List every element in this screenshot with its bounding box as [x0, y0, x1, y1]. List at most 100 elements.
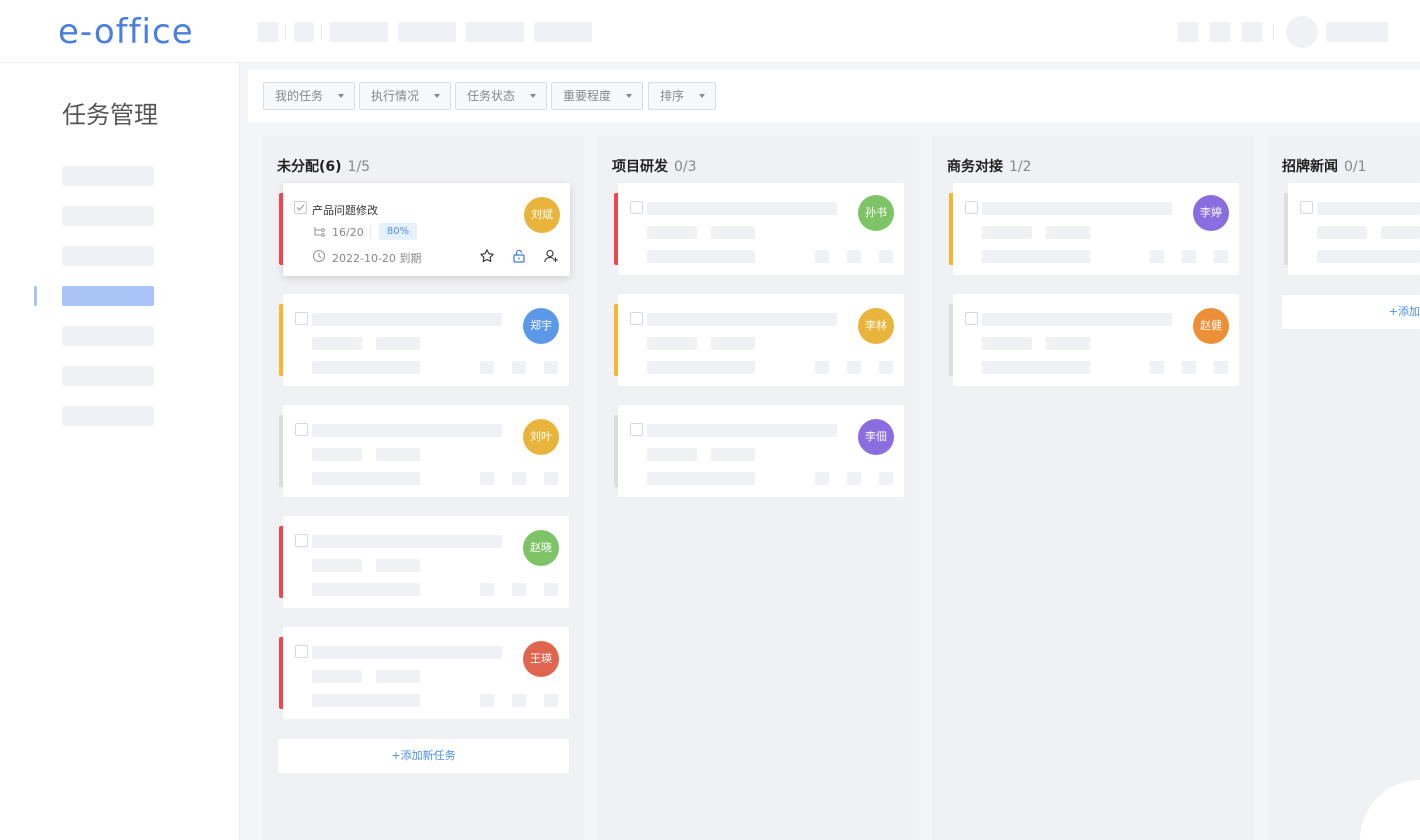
- assignee-avatar[interactable]: 赵健: [1193, 308, 1229, 344]
- sidebar-item[interactable]: [62, 246, 154, 266]
- nav-item-placeholder[interactable]: [330, 22, 388, 42]
- task-title[interactable]: 产品问题修改: [312, 202, 378, 218]
- toolbar-icon-placeholder[interactable]: [258, 22, 278, 42]
- unlock-icon[interactable]: [511, 248, 527, 264]
- task-checkbox[interactable]: [965, 312, 978, 325]
- assign-user-icon[interactable]: [543, 248, 559, 264]
- action-placeholder[interactable]: [847, 361, 861, 374]
- user-avatar[interactable]: [1286, 16, 1318, 48]
- action-placeholder[interactable]: [847, 250, 861, 263]
- action-placeholder[interactable]: [544, 361, 558, 374]
- add-task-button[interactable]: +添加: [1282, 295, 1420, 329]
- task-card[interactable]: [1284, 183, 1420, 275]
- action-placeholder[interactable]: [1182, 250, 1196, 263]
- task-checkbox[interactable]: [295, 534, 308, 547]
- nav-item-placeholder[interactable]: [398, 22, 456, 42]
- column-header: 商务对接 1/2: [947, 156, 1032, 176]
- action-placeholder[interactable]: [879, 361, 893, 374]
- action-placeholder[interactable]: [544, 694, 558, 707]
- task-checkbox[interactable]: [630, 423, 643, 436]
- action-placeholder[interactable]: [480, 472, 494, 485]
- assignee-avatar[interactable]: 赵晓: [523, 530, 559, 566]
- sidebar-item[interactable]: [62, 326, 154, 346]
- filter-status[interactable]: 任务状态: [455, 82, 547, 110]
- star-icon[interactable]: [479, 248, 495, 264]
- action-placeholder[interactable]: [480, 694, 494, 707]
- task-card[interactable]: 刘叶: [279, 405, 569, 497]
- task-card[interactable]: 赵健: [949, 294, 1239, 386]
- sidebar-item[interactable]: [62, 206, 154, 226]
- task-card[interactable]: 郑宇: [279, 294, 569, 386]
- action-placeholder[interactable]: [480, 583, 494, 596]
- task-checkbox[interactable]: [630, 201, 643, 214]
- checkbox-checked-icon[interactable]: [294, 201, 307, 214]
- action-placeholder[interactable]: [815, 472, 829, 485]
- action-placeholder[interactable]: [512, 361, 526, 374]
- assignee-avatar[interactable]: 王瑛: [523, 641, 559, 677]
- sidebar-item[interactable]: [62, 366, 154, 386]
- title-placeholder: [312, 313, 502, 326]
- action-placeholder[interactable]: [815, 250, 829, 263]
- task-card[interactable]: 李婷: [949, 183, 1239, 275]
- filter-sort[interactable]: 排序: [648, 82, 716, 110]
- task-checkbox[interactable]: [295, 645, 308, 658]
- action-placeholder[interactable]: [544, 472, 558, 485]
- action-placeholder[interactable]: [815, 361, 829, 374]
- column-count: 1/5: [347, 159, 371, 175]
- action-placeholder[interactable]: [512, 694, 526, 707]
- title-placeholder: [1317, 202, 1420, 215]
- task-card[interactable]: 李佃: [614, 405, 904, 497]
- task-card[interactable]: 王瑛: [279, 627, 569, 719]
- assignee-avatar[interactable]: 郑宇: [523, 308, 559, 344]
- task-card[interactable]: 赵晓: [279, 516, 569, 608]
- filter-my-tasks[interactable]: 我的任务: [263, 82, 355, 110]
- user-name-placeholder[interactable]: [1326, 22, 1388, 42]
- priority-stripe: [614, 304, 618, 376]
- header-icon-placeholder[interactable]: [1210, 22, 1230, 42]
- filter-execution[interactable]: 执行情况: [359, 82, 451, 110]
- task-checkbox[interactable]: [1300, 201, 1313, 214]
- assignee-avatar[interactable]: 李佃: [858, 419, 894, 455]
- nav-item-placeholder[interactable]: [466, 22, 524, 42]
- add-task-button[interactable]: +添加新任务: [278, 739, 569, 773]
- app-logo[interactable]: e-office: [58, 12, 194, 52]
- action-placeholder[interactable]: [879, 472, 893, 485]
- sidebar-item[interactable]: [62, 166, 154, 186]
- assignee-avatar[interactable]: 刘叶: [523, 419, 559, 455]
- nav-item-placeholder[interactable]: [534, 22, 592, 42]
- assignee-avatar[interactable]: 刘斌: [524, 197, 560, 233]
- filter-importance[interactable]: 重要程度: [551, 82, 643, 110]
- priority-stripe: [614, 193, 618, 265]
- action-placeholder[interactable]: [512, 583, 526, 596]
- task-card[interactable]: 孙书: [614, 183, 904, 275]
- action-placeholder[interactable]: [1214, 361, 1228, 374]
- assignee-avatar[interactable]: 李林: [858, 308, 894, 344]
- title-placeholder: [982, 313, 1172, 326]
- action-placeholder[interactable]: [480, 361, 494, 374]
- action-placeholder[interactable]: [879, 250, 893, 263]
- action-placeholder[interactable]: [512, 472, 526, 485]
- task-checkbox[interactable]: [295, 423, 308, 436]
- action-placeholder[interactable]: [847, 472, 861, 485]
- toolbar-icon-placeholder[interactable]: [294, 22, 314, 42]
- sidebar-item[interactable]: [62, 406, 154, 426]
- assignee-avatar[interactable]: 李婷: [1193, 195, 1229, 231]
- action-placeholder[interactable]: [1214, 250, 1228, 263]
- sidebar-item-active[interactable]: [62, 286, 154, 306]
- action-placeholder[interactable]: [1150, 250, 1164, 263]
- assignee-avatar[interactable]: 孙书: [858, 195, 894, 231]
- action-placeholder[interactable]: [1182, 361, 1196, 374]
- date-placeholder: [312, 472, 420, 485]
- title-placeholder: [312, 424, 502, 437]
- task-checkbox[interactable]: [630, 312, 643, 325]
- task-card[interactable]: 产品问题修改 16/20 80% 2022-10-20 到期 刘斌: [279, 183, 570, 276]
- action-placeholder[interactable]: [544, 583, 558, 596]
- column-title: 未分配(6): [277, 159, 342, 175]
- caret-down-icon: [434, 94, 440, 98]
- header-icon-placeholder[interactable]: [1178, 22, 1198, 42]
- task-checkbox[interactable]: [965, 201, 978, 214]
- task-checkbox[interactable]: [295, 312, 308, 325]
- header-icon-placeholder[interactable]: [1242, 22, 1262, 42]
- task-card[interactable]: 李林: [614, 294, 904, 386]
- action-placeholder[interactable]: [1150, 361, 1164, 374]
